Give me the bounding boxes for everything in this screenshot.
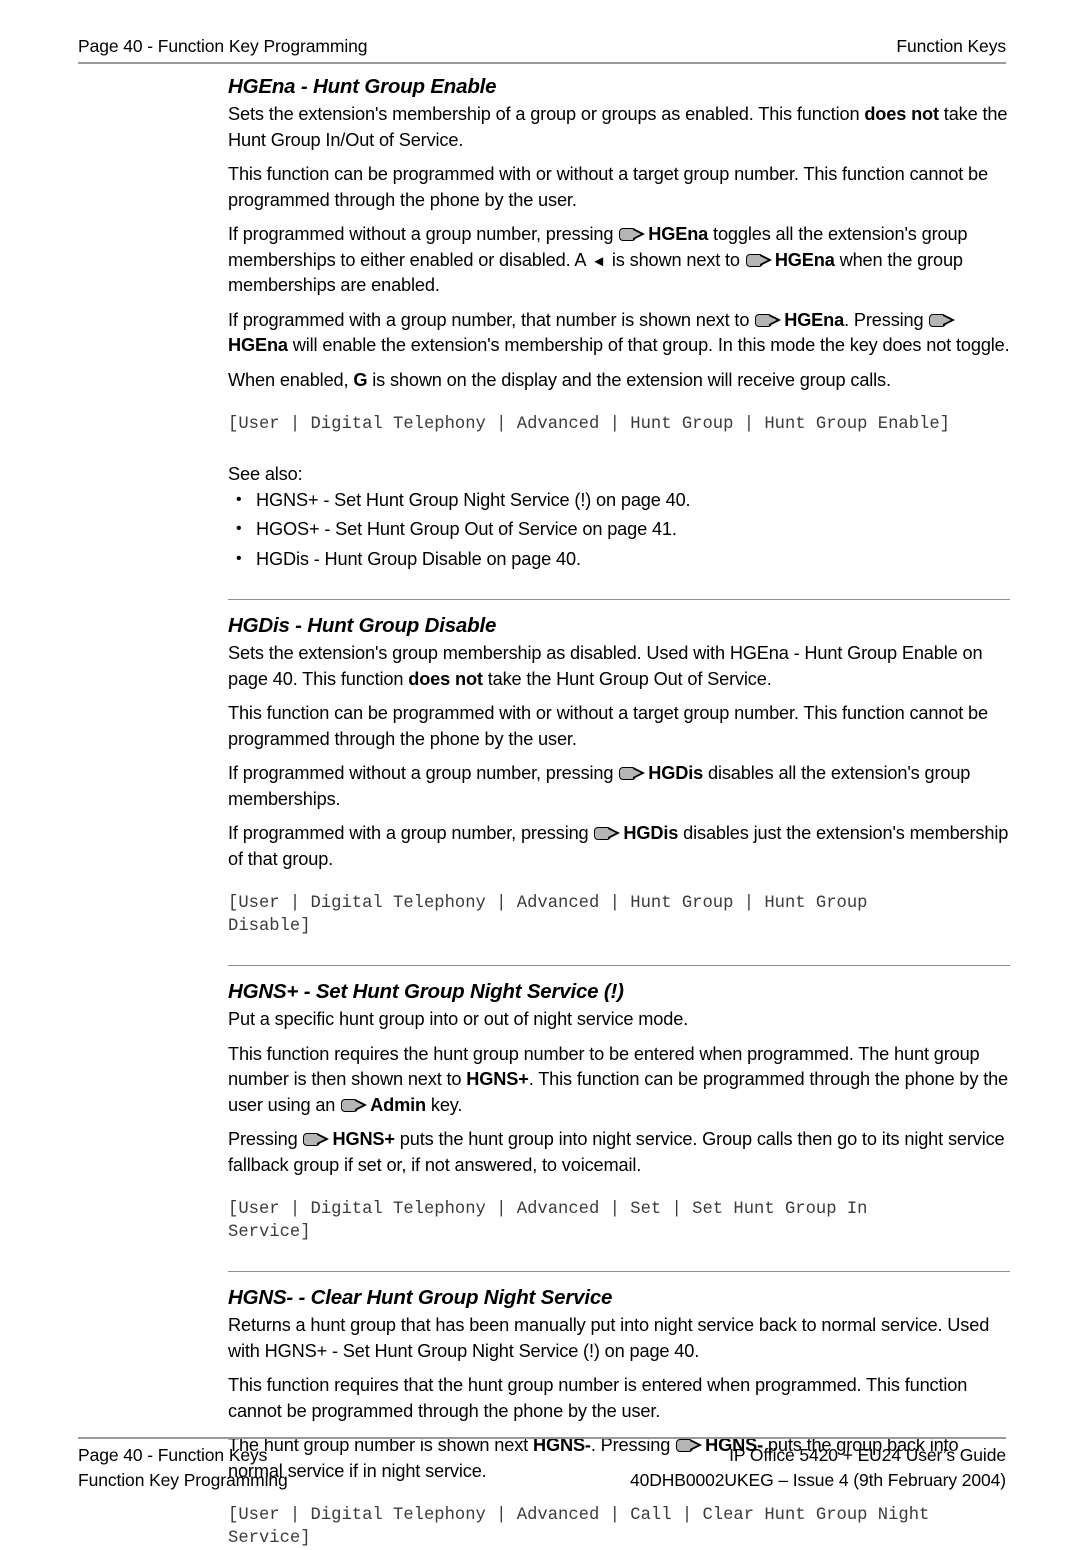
paragraph: If programmed with a group number, press…: [228, 823, 1009, 869]
bold-text: HGEna: [228, 335, 288, 355]
section-title: HGDis - Hunt Group Disable: [228, 614, 497, 637]
paragraph: When enabled, G is shown on the display …: [228, 369, 891, 390]
phone-key-icon: [755, 313, 782, 327]
footer-left-line1: Page 40 - Function Keys: [78, 1445, 268, 1465]
see-also-list: HGNS+ - Set Hunt Group Night Service (!)…: [228, 487, 1010, 573]
bold-text: does not: [408, 668, 483, 689]
section-title: HGEna - Hunt Group Enable: [228, 75, 497, 98]
header-left-text: Page 40 - Function Key Programming: [78, 36, 368, 56]
bold-text: HGNS+: [466, 1069, 529, 1089]
header-divider: [78, 62, 1006, 64]
phone-key-icon: [619, 767, 646, 780]
paragraph: This function requires that the hunt gro…: [228, 1375, 968, 1421]
page-footer: Page 40 - Function Keys IP Office 5420 +…: [78, 1443, 1006, 1493]
section-title: HGNS+ - Set Hunt Group Night Service (!): [228, 980, 624, 1003]
phone-key-icon: [303, 1133, 330, 1146]
paragraph: This function can be programmed with or …: [228, 164, 988, 210]
paragraph: If programmed with a group number, that …: [228, 309, 1010, 356]
page-content: HGEna - Hunt Group Enable Sets the extens…: [228, 74, 1010, 1550]
paragraph: If programmed without a group number, pr…: [228, 224, 968, 295]
phone-key-icon: [929, 313, 956, 327]
document-page: Page 40 - Function Key Programming Funct…: [0, 0, 1080, 1548]
menu-path: [User | Digital Telephony | Advanced | C…: [228, 1506, 930, 1548]
bold-text: HGEna: [774, 249, 835, 270]
paragraph: Sets the extension's group membership as…: [228, 643, 983, 689]
section-divider: [228, 1271, 1010, 1272]
footer-row-1: Page 40 - Function Keys IP Office 5420 +…: [78, 1443, 1006, 1468]
phone-key-icon: [594, 827, 621, 840]
bold-text: HGDis: [648, 763, 704, 783]
bold-text: HGEna: [784, 309, 845, 330]
bold-text: HGEna: [648, 224, 709, 244]
menu-path: [User | Digital Telephony | Advanced | S…: [228, 1200, 868, 1242]
list-item: HGOS+ - Set Hunt Group Out of Service on…: [228, 516, 1010, 543]
left-triangle-icon: ◄: [591, 252, 606, 270]
bold-text: HGNS+: [332, 1129, 395, 1149]
page-header: Page 40 - Function Key Programming Funct…: [78, 36, 1006, 57]
paragraph: Put a specific hunt group into or out of…: [228, 1009, 689, 1029]
paragraph: This function can be programmed with or …: [228, 703, 988, 749]
paragraph: Sets the extension's membership of a gro…: [228, 104, 1008, 150]
footer-right-line1: IP Office 5420 + EU24 User’s Guide: [729, 1445, 1006, 1465]
list-item: HGDis - Hunt Group Disable on page 40.: [228, 546, 1010, 573]
header-right-text: Function Keys: [896, 36, 1006, 56]
menu-path: [User | Digital Telephony | Advanced | H…: [228, 415, 950, 434]
section-title: HGNS- - Clear Hunt Group Night Service: [228, 1286, 613, 1309]
paragraph: If programmed without a group number, pr…: [228, 763, 971, 809]
bold-text: Admin: [370, 1094, 426, 1115]
phone-key-icon: [341, 1098, 368, 1112]
footer-right-line2: 40DHB0002UKEG – Issue 4 (9th February 20…: [629, 1470, 1006, 1490]
section-divider: [228, 599, 1010, 600]
footer-divider: [78, 1437, 1006, 1439]
bold-text: does not: [864, 104, 939, 124]
phone-key-icon: [619, 228, 646, 241]
menu-path: [User | Digital Telephony | Advanced | H…: [228, 894, 868, 936]
paragraph: Returns a hunt group that has been manua…: [228, 1315, 990, 1361]
see-also-label: See also:: [228, 464, 303, 484]
footer-row-2: Function Key Programming 40DHB0002UKEG –…: [78, 1468, 1006, 1493]
bold-text: G: [353, 369, 368, 390]
footer-left-line2: Function Key Programming: [78, 1470, 288, 1490]
paragraph: Pressing HGNS+ puts the hunt group into …: [228, 1129, 1005, 1175]
phone-key-icon: [745, 253, 772, 267]
bold-text: HGDis: [623, 823, 679, 843]
list-item: HGNS+ - Set Hunt Group Night Service (!)…: [228, 487, 1010, 514]
section-divider: [228, 965, 1010, 966]
paragraph: This function requires the hunt group nu…: [228, 1043, 1009, 1115]
